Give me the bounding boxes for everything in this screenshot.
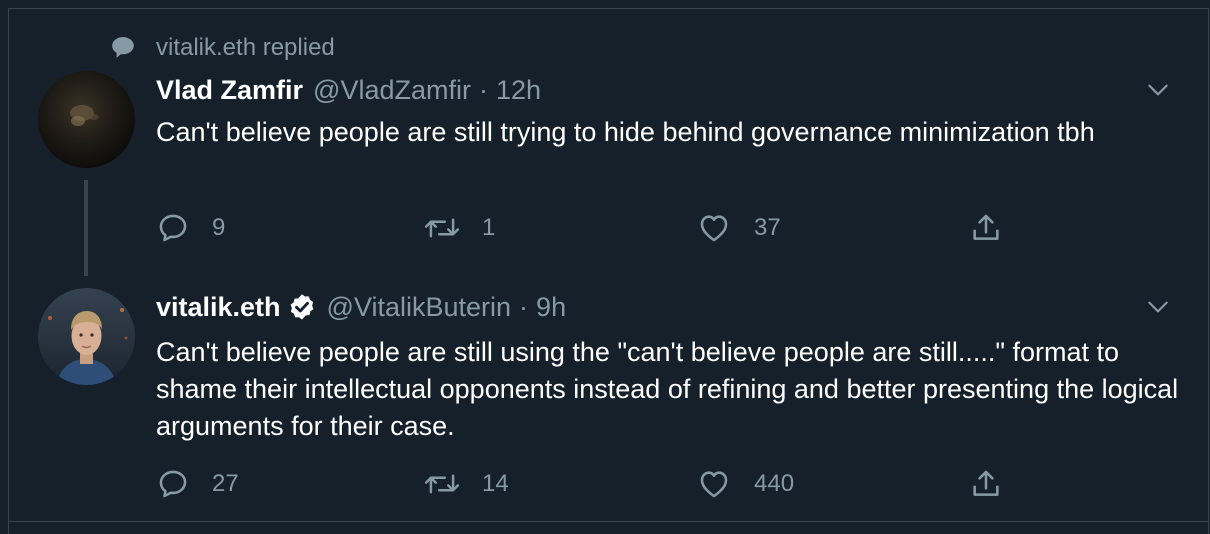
avatar-vitalik-buterin[interactable]	[38, 288, 135, 385]
retweet-button[interactable]: 14	[424, 464, 509, 504]
display-name[interactable]: vitalik.eth	[156, 292, 281, 323]
timestamp[interactable]: 12h	[496, 75, 541, 106]
tweet-actions: 9 1 37	[156, 208, 1016, 248]
heart-icon	[700, 215, 728, 242]
retweet-count: 1	[482, 214, 496, 241]
share-icon	[973, 470, 999, 496]
share-button[interactable]	[968, 464, 1026, 504]
like-count: 37	[754, 214, 781, 241]
reply-icon	[159, 214, 187, 242]
social-context: vitalik.eth replied	[108, 34, 335, 62]
thread-connector-line	[84, 180, 88, 276]
tweet-text: Can't believe people are still using the…	[156, 337, 1179, 441]
social-context-text: vitalik.eth replied	[156, 34, 335, 61]
chevron-down-icon[interactable]	[1143, 75, 1173, 105]
display-name[interactable]: Vlad Zamfir	[156, 75, 303, 106]
user-handle[interactable]: @VitalikButerin	[327, 292, 512, 323]
separator-dot: ·	[519, 291, 529, 322]
retweet-count: 14	[482, 470, 509, 497]
heart-icon	[700, 471, 728, 498]
separator-dot: ·	[479, 74, 488, 105]
share-icon	[973, 214, 999, 240]
tweet-header: vitalik.eth @VitalikButerin · 9h	[156, 287, 566, 327]
like-button[interactable]: 37	[696, 208, 781, 248]
chevron-down-icon[interactable]	[1143, 292, 1173, 322]
retweet-button[interactable]: 1	[424, 208, 495, 248]
timestamp[interactable]: 9h	[536, 292, 566, 323]
tweet-divider	[8, 521, 1209, 522]
like-button[interactable]: 440	[696, 464, 794, 504]
reply-button[interactable]: 9	[156, 208, 225, 248]
speech-bubble-icon	[108, 34, 138, 62]
retweet-icon	[424, 474, 460, 494]
user-handle[interactable]: @VladZamfir	[313, 75, 471, 106]
share-button[interactable]	[968, 208, 1026, 248]
reply-count: 9	[212, 214, 226, 241]
verified-badge-icon	[287, 292, 317, 322]
reply-icon	[159, 470, 187, 498]
tweet-actions: 27 14 440	[156, 464, 1016, 504]
reply-count: 27	[212, 470, 239, 497]
tweet-text: Can't believe people are still trying to…	[156, 117, 1095, 147]
like-count: 440	[754, 470, 795, 497]
retweet-icon	[424, 218, 460, 238]
avatar-vlad-zamfir[interactable]	[38, 71, 135, 168]
tweet-header: Vlad Zamfir @VladZamfir · 12h	[156, 70, 541, 110]
reply-button[interactable]: 27	[156, 464, 239, 504]
